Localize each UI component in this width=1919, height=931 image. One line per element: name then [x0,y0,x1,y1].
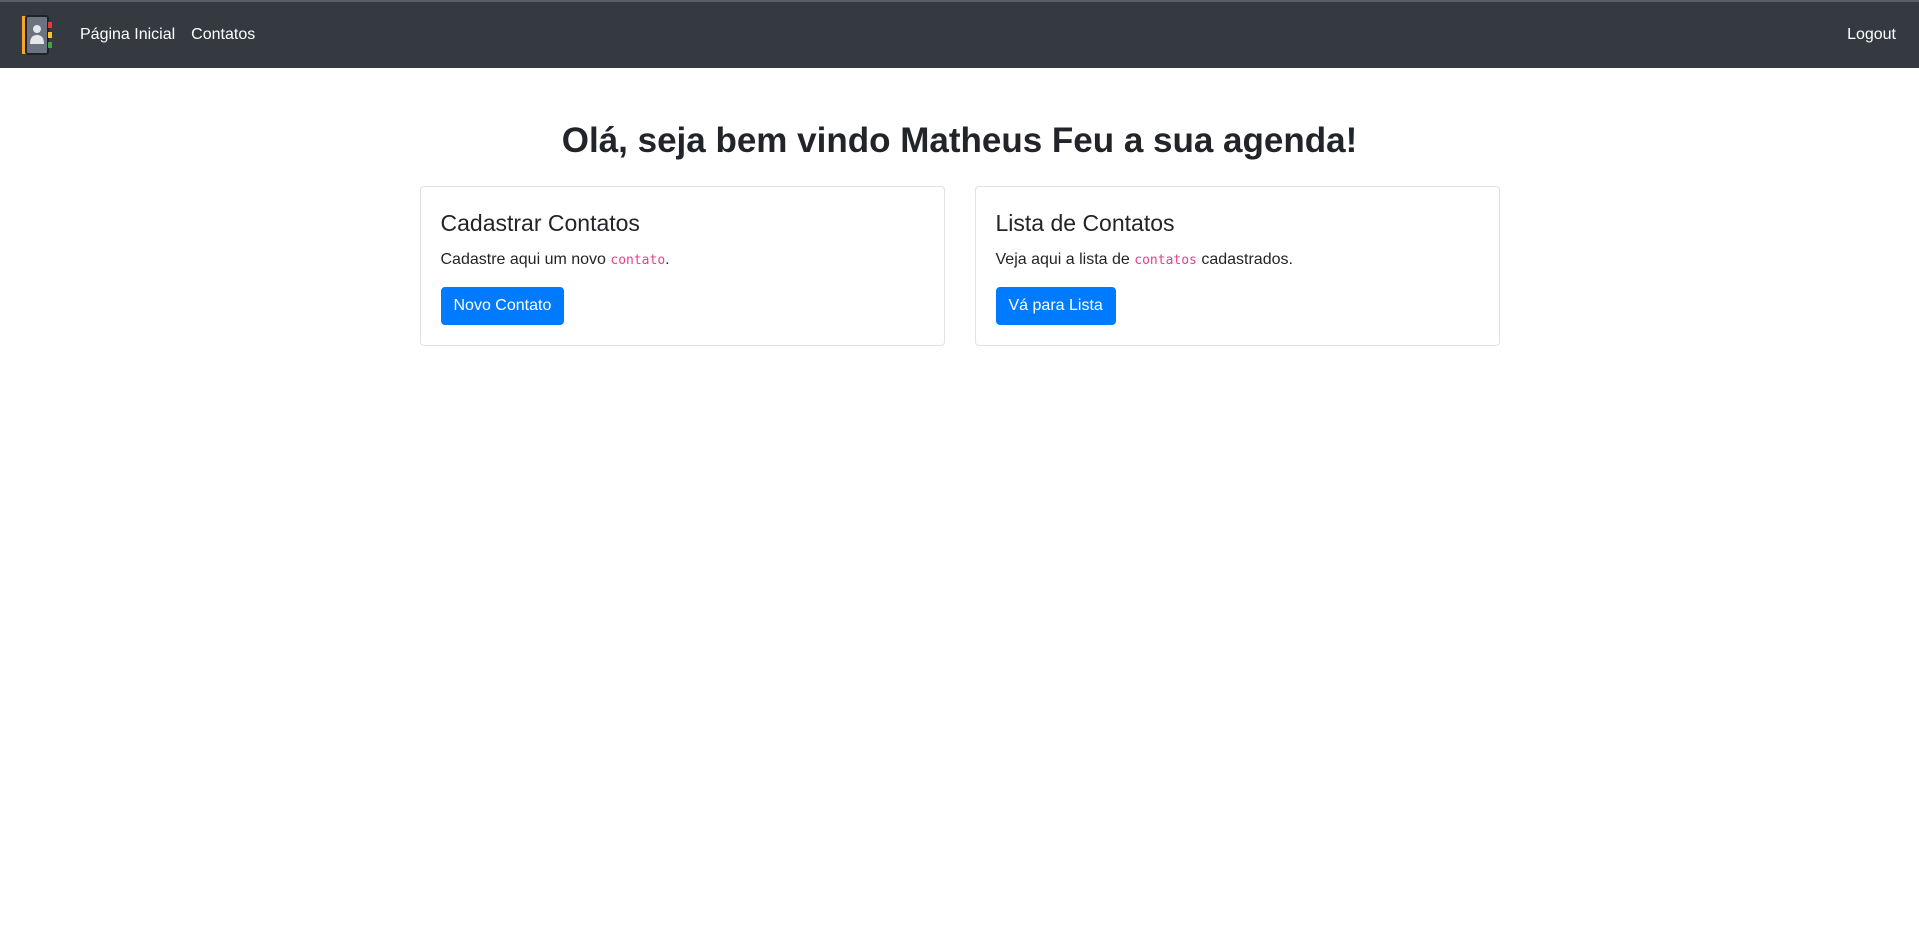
card-text-code: contato [610,253,666,268]
nav-link-home[interactable]: Página Inicial [80,26,175,44]
logout-link[interactable]: Logout [1847,26,1896,44]
nav-link-contacts[interactable]: Contatos [191,26,255,44]
card-row: Cadastrar Contatos Cadastre aqui um novo… [0,186,1919,346]
card-text: Veja aqui a lista de contatos cadastrado… [996,249,1479,272]
card-text: Cadastre aqui um novo contato. [441,249,924,272]
top-navbar: Página Inicial Contatos Logout [0,2,1919,68]
address-book-icon[interactable] [20,14,54,56]
card-contact-list: Lista de Contatos Veja aqui a lista de c… [974,186,1500,346]
card-register-contacts: Cadastrar Contatos Cadastre aqui um novo… [419,186,945,346]
card-title: Cadastrar Contatos [440,210,640,236]
main-content: Olá, seja bem vindo Matheus Feu a sua ag… [0,121,1919,346]
page-title: Olá, seja bem vindo Matheus Feu a sua ag… [561,121,1358,160]
card-text-before: Cadastre aqui um novo [440,251,611,268]
new-contact-button[interactable]: Novo Contato [440,287,565,325]
go-to-list-button[interactable]: Vá para Lista [995,287,1116,325]
card-text-after: cadastrados. [1196,251,1293,268]
card-text-before: Veja aqui a lista de [995,251,1135,268]
card-text-after: . [665,251,670,268]
card-text-code: contatos [1134,253,1197,268]
card-title: Lista de Contatos [995,210,1175,236]
